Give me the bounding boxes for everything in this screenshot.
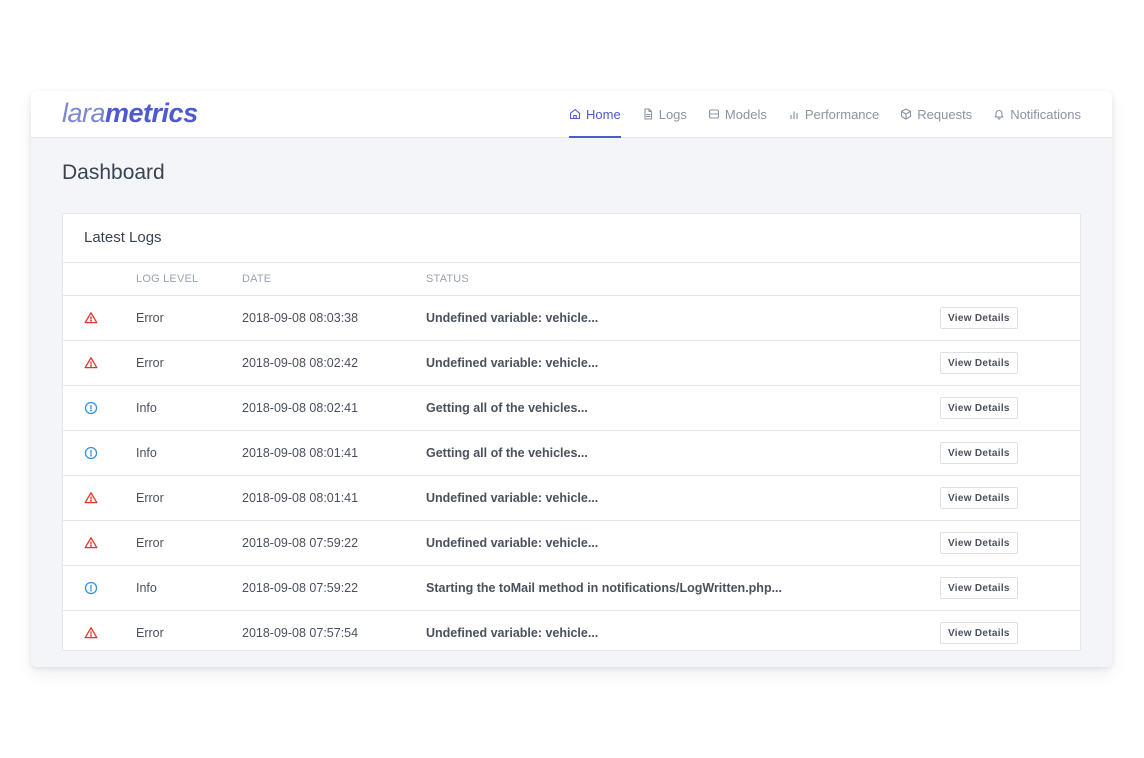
row-action: View Details <box>940 341 1018 385</box>
logs-table-body: Error 2018-09-08 08:03:38 Undefined variab… <box>63 296 1080 655</box>
table-row: Error 2018-09-08 08:02:42 Undefined variab… <box>63 341 1080 386</box>
log-date: 2018-09-08 07:59:22 <box>242 581 359 595</box>
row-action: View Details <box>940 566 1018 610</box>
log-date: 2018-09-08 08:02:41 <box>242 401 359 415</box>
column-header-log-level: LOG LEVEL <box>136 273 199 285</box>
nav-item-logs[interactable]: Logs <box>642 91 687 137</box>
nav-item-notifications[interactable]: Notifications <box>993 91 1081 137</box>
nav-item-label: Performance <box>804 106 880 122</box>
log-date: 2018-09-08 08:02:42 <box>242 356 359 370</box>
column-header-status: STATUS <box>426 273 469 285</box>
info-circle-icon <box>84 566 100 610</box>
view-details-button[interactable]: View Details <box>940 352 1018 374</box>
log-status: Starting the toMail method in notificati… <box>426 581 782 595</box>
bell-icon <box>993 108 1005 120</box>
page-title: Dashboard <box>62 161 165 184</box>
table-header: LOG LEVEL DATE STATUS <box>63 263 1080 296</box>
file-icon <box>642 108 654 120</box>
view-details-button[interactable]: View Details <box>940 442 1018 464</box>
log-level: Error <box>136 311 164 325</box>
log-status: Undefined variable: vehicle... <box>426 626 599 640</box>
alert-triangle-icon <box>84 611 100 655</box>
view-details-button[interactable]: View Details <box>940 307 1018 329</box>
table-row: Info 2018-09-08 07:59:22 Starting the toMa… <box>63 566 1080 611</box>
log-status: Undefined variable: vehicle... <box>426 311 599 325</box>
log-status: Undefined variable: vehicle... <box>426 356 599 370</box>
row-action: View Details <box>940 386 1018 430</box>
alert-triangle-icon <box>84 341 100 385</box>
info-circle-icon <box>84 386 100 430</box>
log-level: Error <box>136 626 164 640</box>
top-navbar: larametrics Home Logs Models Performance Req… <box>31 91 1112 138</box>
log-level: Error <box>136 356 164 370</box>
brand-logo-part-2: metrics <box>105 98 198 128</box>
log-level: Info <box>136 401 157 415</box>
table-row: Error 2018-09-08 08:01:41 Undefined variab… <box>63 476 1080 521</box>
log-level: Info <box>136 446 157 460</box>
table-row: Error 2018-09-08 08:03:38 Undefined variab… <box>63 296 1080 341</box>
log-date: 2018-09-08 08:01:41 <box>242 491 359 505</box>
nav-item-performance[interactable]: Performance <box>788 91 879 137</box>
app-window: larametrics Home Logs Models Performance Req… <box>31 91 1112 667</box>
view-details-button[interactable]: View Details <box>940 622 1018 644</box>
nav-item-models[interactable]: Models <box>708 91 767 137</box>
main-nav: Home Logs Models Performance Requests Notific… <box>569 91 1081 138</box>
log-status: Getting all of the vehicles... <box>426 401 588 415</box>
table-row: Info 2018-09-08 08:01:41 Getting all of th… <box>63 431 1080 476</box>
view-details-button[interactable]: View Details <box>940 532 1018 554</box>
log-status: Undefined variable: vehicle... <box>426 491 599 505</box>
table-row: Error 2018-09-08 07:59:22 Undefined variab… <box>63 521 1080 566</box>
view-details-button[interactable]: View Details <box>940 487 1018 509</box>
card-title: Latest Logs <box>63 214 1080 263</box>
log-level: Info <box>136 581 157 595</box>
row-action: View Details <box>940 476 1018 520</box>
box-icon <box>900 108 912 120</box>
nav-item-requests[interactable]: Requests <box>900 91 972 137</box>
brand-logo-part-1: lara <box>62 98 106 128</box>
log-date: 2018-09-08 08:03:38 <box>242 311 359 325</box>
nav-item-label: Models <box>724 106 767 122</box>
table-row: Info 2018-09-08 08:02:41 Getting all of th… <box>63 386 1080 431</box>
table-row: Error 2018-09-08 07:57:54 Undefined variab… <box>63 611 1080 655</box>
view-details-button[interactable]: View Details <box>940 577 1018 599</box>
alert-triangle-icon <box>84 296 100 340</box>
nav-item-label: Requests <box>917 106 973 122</box>
row-action: View Details <box>940 611 1018 655</box>
log-date: 2018-09-08 07:59:22 <box>242 536 359 550</box>
brand-logo[interactable]: larametrics <box>62 97 198 129</box>
latest-logs-card: Latest Logs LOG LEVEL DATE STATUS Error 2… <box>62 213 1081 651</box>
log-date: 2018-09-08 07:57:54 <box>242 626 359 640</box>
log-level: Error <box>136 536 164 550</box>
log-level: Error <box>136 491 164 505</box>
home-icon <box>569 108 581 120</box>
log-date: 2018-09-08 08:01:41 <box>242 446 359 460</box>
alert-triangle-icon <box>84 476 100 520</box>
row-action: View Details <box>940 296 1018 340</box>
bar-chart-icon <box>788 108 800 120</box>
alert-triangle-icon <box>84 521 100 565</box>
log-status: Undefined variable: vehicle... <box>426 536 599 550</box>
info-circle-icon <box>84 431 100 475</box>
nav-item-label: Home <box>586 106 621 122</box>
column-header-date: DATE <box>242 273 272 285</box>
nav-item-label: Logs <box>658 106 687 122</box>
row-action: View Details <box>940 521 1018 565</box>
log-status: Getting all of the vehicles... <box>426 446 588 460</box>
nav-item-home[interactable]: Home <box>569 91 621 138</box>
database-icon <box>708 108 720 120</box>
nav-item-label: Notifications <box>1010 106 1081 122</box>
row-action: View Details <box>940 431 1018 475</box>
view-details-button[interactable]: View Details <box>940 397 1018 419</box>
